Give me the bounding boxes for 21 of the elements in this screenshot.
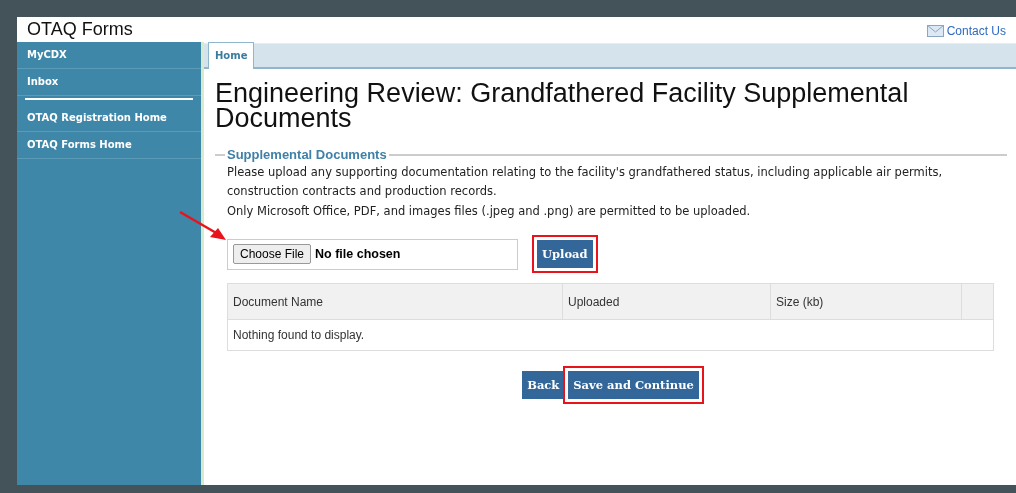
contact-link[interactable]: Contact Us bbox=[926, 24, 1006, 38]
instruction-text: Only Microsoft Office, PDF, and images files (.jpeg and .png) are permitted to be uploaded. bbox=[227, 203, 752, 220]
sidebar-item[interactable]: OTAQ Forms Home bbox=[17, 132, 201, 159]
sidebar-item[interactable]: OTAQ Registration Home bbox=[17, 105, 201, 132]
instruction-text: Please upload any supporting documentation relating to the facility's grandfathered status, including applicable air permits, construction contracts and production records. bbox=[227, 164, 944, 200]
app-title: OTAQ Forms bbox=[27, 19, 133, 40]
choose-file-button[interactable]: Choose File bbox=[233, 244, 312, 264]
sidebar-item[interactable]: Inbox bbox=[17, 69, 201, 96]
file-status: No file chosen bbox=[315, 247, 401, 261]
upload-button[interactable]: Upload bbox=[537, 240, 593, 268]
back-button[interactable]: Back bbox=[522, 371, 565, 399]
column-header: Document Name bbox=[227, 283, 563, 320]
column-header: Uploaded bbox=[562, 283, 771, 320]
envelope-icon bbox=[926, 25, 944, 37]
section-heading: Supplemental Documents bbox=[226, 147, 388, 162]
save-and-continue-button[interactable]: Save and Continue bbox=[568, 371, 699, 399]
empty-message: Nothing found to display. bbox=[227, 319, 994, 351]
page-title: Engineering Review: Grandfathered Facility Supplemental Documents bbox=[215, 81, 910, 131]
sidebar-item[interactable]: MyCDX bbox=[17, 42, 201, 69]
column-header: Size (kb) bbox=[770, 283, 962, 320]
tab[interactable]: Home bbox=[208, 42, 255, 69]
